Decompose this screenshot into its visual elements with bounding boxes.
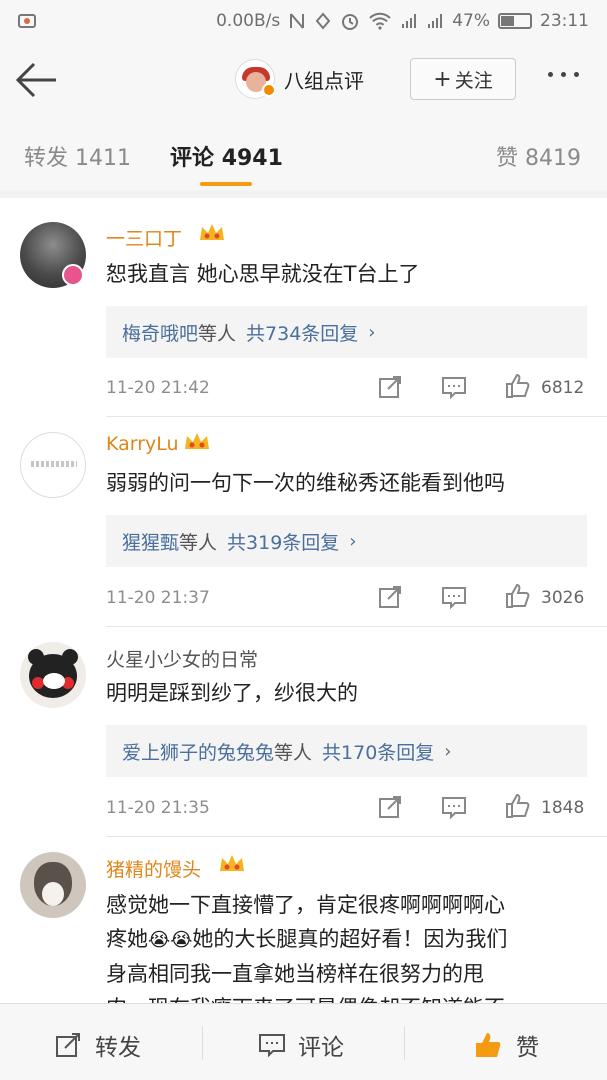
- username[interactable]: 猪精的馒头: [106, 855, 201, 882]
- like-icon[interactable]: [505, 373, 531, 399]
- like-icon[interactable]: [505, 793, 531, 819]
- back-button[interactable]: [14, 60, 58, 100]
- tab-repost[interactable]: 转发 1411: [24, 140, 131, 172]
- crying-emoji-icon: 😭😭: [148, 929, 193, 951]
- network-speed: 0.00B/s: [216, 11, 281, 31]
- back-arrow-icon: [15, 62, 56, 98]
- tab-likes[interactable]: 赞 8419: [496, 140, 581, 172]
- account-name[interactable]: 八组点评: [284, 65, 364, 94]
- comment-text: 明明是踩到纱了，纱很大的: [106, 681, 358, 705]
- comment-time: 11-20 21:35: [106, 798, 210, 818]
- bottom-action-bar: 转发 评论 赞: [0, 1003, 607, 1080]
- repost-button[interactable]: 转发: [55, 1028, 141, 1062]
- repost-icon[interactable]: [378, 375, 404, 399]
- status-bar: 0.00B/s 47% 23:11: [0, 0, 607, 42]
- reply-summary[interactable]: 猩猩甄 等人 共319条回复 ›: [106, 515, 587, 567]
- like-icon: [476, 1033, 501, 1057]
- crown-icon: [185, 433, 209, 449]
- reply-summary[interactable]: 爱上狮子的兔兔兔 等人 共170条回复 ›: [106, 725, 587, 777]
- reply-summary[interactable]: 梅奇哦吧 等人 共734条回复 ›: [106, 306, 587, 358]
- alarm-icon: [342, 14, 359, 30]
- username[interactable]: KarryLu: [106, 433, 179, 455]
- notification-app-icon: [18, 14, 36, 28]
- verified-badge-icon: [62, 264, 84, 286]
- battery-icon: [498, 13, 532, 29]
- signal-icon: [402, 14, 417, 28]
- active-tab-indicator: [200, 182, 252, 186]
- repost-icon: [56, 1033, 80, 1057]
- wifi-icon: [369, 12, 391, 30]
- follow-button[interactable]: + 关注: [410, 58, 516, 100]
- repost-icon[interactable]: [378, 585, 404, 609]
- top-nav: 八组点评 + 关注: [0, 42, 607, 118]
- comment-icon: [259, 1034, 285, 1058]
- battery-percent: 47%: [452, 11, 490, 31]
- comment-list[interactable]: 一三口丁 恕我直言 她心思早就没在T台上了 梅奇哦吧 等人 共734条回复 › 11…: [0, 198, 607, 1003]
- comment-icon[interactable]: [441, 375, 467, 399]
- comment-time: 11-20 21:42: [106, 378, 210, 398]
- post-tabs: 转发 1411 评论 4941 赞 8419: [0, 118, 607, 190]
- avatar[interactable]: [20, 852, 86, 918]
- vibrate-icon: [315, 12, 331, 30]
- avatar[interactable]: [20, 642, 86, 708]
- comment-time: 11-20 21:37: [106, 588, 210, 608]
- signal-2-icon: [428, 14, 443, 28]
- crown-icon: [220, 855, 244, 871]
- repost-icon[interactable]: [378, 795, 404, 819]
- like-count: 1848: [541, 798, 585, 818]
- clock: 23:11: [540, 11, 589, 31]
- comment-text: 感觉她一下直接懵了，肯定很疼啊啊啊啊心 疼她😭😭她的大长腿真的超好看！因为我们 …: [106, 893, 508, 1003]
- comment-icon[interactable]: [441, 795, 467, 819]
- comment-button[interactable]: 评论: [258, 1028, 344, 1062]
- more-options-button[interactable]: [548, 72, 579, 77]
- like-button[interactable]: 赞: [474, 1028, 539, 1062]
- like-count: 6812: [541, 378, 585, 398]
- verified-badge-icon: [262, 83, 276, 97]
- tab-comments[interactable]: 评论 4941: [170, 140, 283, 172]
- avatar[interactable]: [20, 432, 86, 498]
- comment-text: 弱弱的问一句下一次的维秘秀还能看到他吗: [106, 471, 505, 495]
- comment-text: 恕我直言 她心思早就没在T台上了: [106, 262, 420, 286]
- nfc-icon: [290, 13, 305, 29]
- username[interactable]: 一三口丁: [106, 224, 182, 251]
- like-icon[interactable]: [505, 583, 531, 609]
- username[interactable]: 火星小少女的日常: [106, 645, 258, 672]
- like-count: 3026: [541, 588, 585, 608]
- crown-icon: [200, 224, 224, 240]
- comment-icon[interactable]: [441, 585, 467, 609]
